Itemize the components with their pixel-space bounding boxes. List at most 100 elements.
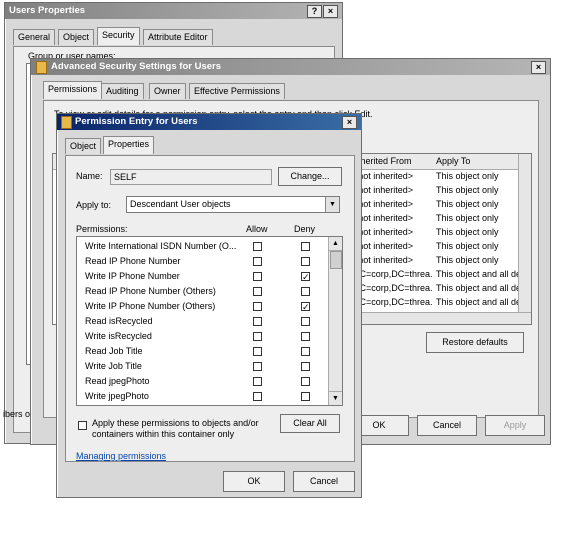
close-button[interactable]: ×	[531, 61, 546, 74]
tab-general[interactable]: General	[13, 29, 56, 45]
managing-permissions-link[interactable]: Managing permissions	[76, 451, 166, 461]
name-value: SELF	[114, 172, 137, 182]
deny-checkbox[interactable]	[301, 332, 310, 341]
inherited-from-cell: <not inherited>	[353, 185, 414, 195]
inherited-from-cell: DC=corp,DC=threa...	[353, 283, 433, 293]
apply-button[interactable]: Apply	[485, 415, 545, 436]
permissions-label: Permissions:	[76, 224, 128, 234]
close-button[interactable]: ×	[342, 116, 357, 129]
cancel-button[interactable]: Cancel	[417, 415, 477, 436]
close-button[interactable]: ×	[323, 5, 338, 18]
permission-item-row: Write Job Title	[77, 359, 327, 374]
clear-all-button[interactable]: Clear All	[280, 414, 340, 433]
deny-checkbox[interactable]	[301, 317, 310, 326]
permission-item-row: Write IP Phone Number (Others) ✓	[77, 299, 327, 314]
permission-item-row: Read jpegPhoto	[77, 374, 327, 389]
permission-item-label: Read IP Phone Number	[85, 256, 181, 266]
deny-checkbox[interactable]	[301, 362, 310, 371]
scroll-down-icon[interactable]: ▼	[329, 391, 342, 405]
apply-to-select[interactable]: Descendant User objects ▼	[126, 196, 340, 213]
users-properties-title: Users Properties	[9, 5, 86, 16]
permission-entry-panel: Name: SELF Change... Apply to: Descendan…	[65, 155, 355, 462]
apply-inherit-checkbox[interactable]	[78, 421, 87, 430]
scroll-thumb[interactable]	[330, 251, 342, 269]
apply-to-cell: This object only	[436, 185, 499, 195]
allow-checkbox[interactable]	[253, 332, 262, 341]
permission-item-row: Read Job Title	[77, 344, 327, 359]
inherited-from-cell: <not inherited>	[353, 255, 414, 265]
tab-effective-permissions[interactable]: Effective Permissions	[189, 83, 285, 99]
allow-checkbox[interactable]	[253, 287, 262, 296]
restore-defaults-button[interactable]: Restore defaults	[426, 332, 524, 353]
allow-checkbox[interactable]	[253, 392, 262, 401]
tab-owner[interactable]: Owner	[149, 83, 186, 99]
allow-header: Allow	[246, 224, 268, 234]
apply-to-cell: This object only	[436, 227, 499, 237]
apply-to-value: Descendant User objects	[130, 199, 231, 209]
apply-to-label: Apply to:	[76, 200, 112, 210]
name-field[interactable]: SELF	[110, 169, 272, 185]
deny-checkbox[interactable]	[301, 347, 310, 356]
folder-icon	[61, 116, 72, 129]
allow-checkbox[interactable]	[253, 257, 262, 266]
permission-entry-title: Permission Entry for Users	[75, 116, 198, 127]
permission-entry-titlebar: Permission Entry for Users	[57, 114, 361, 130]
tab-object[interactable]: Object	[65, 138, 102, 154]
permission-item-label: Read isRecycled	[85, 316, 153, 326]
ok-button[interactable]: OK	[223, 471, 285, 492]
tab-auditing[interactable]: Auditing	[101, 83, 144, 99]
permission-item-label: Write isRecycled	[85, 331, 152, 341]
allow-checkbox[interactable]	[253, 347, 262, 356]
apply-to-cell: This object only	[436, 171, 499, 181]
deny-checkbox[interactable]: ✓	[301, 272, 310, 282]
vertical-scrollbar[interactable]	[518, 154, 531, 314]
permission-item-label: Write jpegPhoto	[85, 391, 149, 401]
permission-item-label: Read jpegPhoto	[85, 376, 150, 386]
side-clipped-text: ibers o	[3, 409, 31, 419]
deny-checkbox[interactable]	[301, 392, 310, 401]
deny-checkbox[interactable]: ✓	[301, 302, 310, 312]
horizontal-scrollbar[interactable]	[353, 312, 531, 324]
deny-checkbox[interactable]	[301, 377, 310, 386]
allow-checkbox[interactable]	[253, 302, 262, 311]
allow-checkbox[interactable]	[253, 272, 262, 281]
permissions-scrollbar[interactable]: ▲ ▼	[328, 237, 342, 405]
users-properties-titlebar: Users Properties	[5, 3, 342, 19]
inherited-from-cell: DC=corp,DC=threa...	[353, 269, 433, 279]
apply-to-cell: This object only	[436, 241, 499, 251]
apply-to-cell: This object and all de	[436, 269, 520, 279]
permission-entry-tabs: Object Properties	[65, 136, 353, 155]
deny-checkbox[interactable]	[301, 287, 310, 296]
allow-checkbox[interactable]	[253, 362, 262, 371]
permission-item-row: Write International ISDN Number (O...	[77, 239, 327, 254]
permission-item-row: Write jpegPhoto	[77, 389, 327, 404]
inherited-from-cell: <not inherited>	[353, 241, 414, 251]
permission-item-label: Write Job Title	[85, 361, 142, 371]
allow-checkbox[interactable]	[253, 377, 262, 386]
tab-attribute-editor[interactable]: Attribute Editor	[143, 29, 213, 45]
allow-checkbox[interactable]	[253, 242, 262, 251]
deny-checkbox[interactable]	[301, 242, 310, 251]
scroll-up-icon[interactable]: ▲	[329, 237, 342, 251]
permissions-list[interactable]: Write International ISDN Number (O... Rea…	[76, 236, 343, 406]
tab-security[interactable]: Security	[97, 27, 140, 45]
users-properties-tabs: General Object Security Attribute Editor	[13, 27, 333, 46]
help-button[interactable]: ?	[307, 5, 322, 18]
column-apply-to[interactable]: Apply To	[436, 154, 470, 169]
permission-item-label: Write IP Phone Number	[85, 271, 180, 281]
advanced-tabs: Permissions Auditing Owner Effective Per…	[43, 81, 523, 100]
apply-to-cell: This object only	[436, 213, 499, 223]
cancel-button[interactable]: Cancel	[293, 471, 355, 492]
folder-icon	[36, 61, 47, 74]
apply-to-cell: This object and all de	[436, 297, 520, 307]
tab-object[interactable]: Object	[58, 29, 95, 45]
inherited-from-cell: DC=corp,DC=threa...	[353, 297, 433, 307]
inherited-from-cell: <not inherited>	[353, 213, 414, 223]
tab-permissions[interactable]: Permissions	[43, 81, 103, 99]
allow-checkbox[interactable]	[253, 317, 262, 326]
change-button[interactable]: Change...	[278, 167, 342, 186]
deny-header: Deny	[294, 224, 316, 234]
permission-item-label: Read IP Phone Number (Others)	[85, 286, 216, 296]
tab-properties[interactable]: Properties	[103, 136, 155, 154]
deny-checkbox[interactable]	[301, 257, 310, 266]
